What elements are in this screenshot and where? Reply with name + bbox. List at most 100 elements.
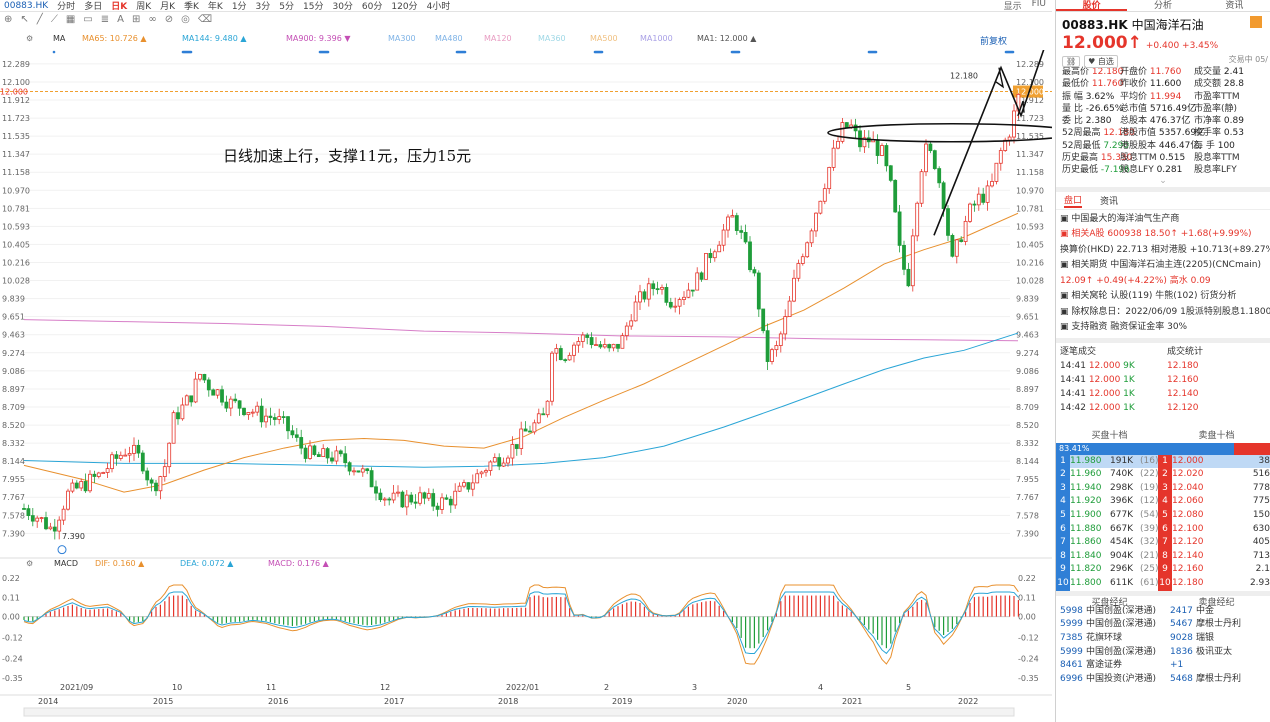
period-tab[interactable]: 分时 xyxy=(57,0,75,11)
broker-row[interactable]: 5999 中国创盈(深港通) 5467 摩根士丹利 xyxy=(1056,618,1270,632)
related-line[interactable]: 12.09↑ +0.49(+4.22%) 高水 0.09 xyxy=(1060,274,1266,290)
book-level[interactable]: 1 11.980 191K (16) 1 12.000 38 xyxy=(1056,454,1270,469)
adjust-label[interactable]: 前复权 xyxy=(980,37,1007,47)
period-tab[interactable]: 周K xyxy=(136,0,151,11)
fib-tool-icon[interactable]: ≣ xyxy=(101,14,109,25)
period-tab[interactable]: 月K xyxy=(160,0,175,11)
y-tick-right: 10.405 xyxy=(1016,240,1044,249)
period-tab[interactable]: 5分 xyxy=(279,0,294,11)
period-tab[interactable]: 30分 xyxy=(332,0,352,11)
candle-body xyxy=(840,122,845,142)
candle-body xyxy=(52,526,57,532)
quote-tab[interactable]: 股价 xyxy=(1056,0,1128,11)
stat-value: 0.515 xyxy=(1159,153,1186,164)
book-level[interactable]: 4 11.920 396K (12) 4 12.060 775 xyxy=(1056,495,1270,510)
rect-tool-icon[interactable]: ▭ xyxy=(83,14,92,25)
candle-body xyxy=(264,415,268,423)
lock-icon[interactable]: ⊕ xyxy=(4,14,12,25)
period-tab[interactable]: 4小时 xyxy=(427,0,451,11)
book-level[interactable]: 3 11.940 298K (19) 3 12.040 778 xyxy=(1056,481,1270,496)
link-icon[interactable]: ⛓ xyxy=(1062,56,1081,67)
related-line[interactable]: ▣ 相关期货 中国海洋石油主连(2205)(CNCmain) xyxy=(1060,258,1266,274)
chart-annotation[interactable]: 日线加速上行，支撑11元，压力15元 xyxy=(223,145,471,166)
period-tab[interactable]: 1分 xyxy=(232,0,247,11)
kline-chart[interactable]: 12.289 12.28912.100 12.10011.912 11.91211.7… xyxy=(0,50,1052,722)
related-line[interactable]: ▣ 支持融资 融资保证金率 30% xyxy=(1060,320,1266,336)
stat-label: 52周最低 xyxy=(1062,140,1104,151)
period-tab[interactable]: 年K xyxy=(208,0,223,11)
broker-row[interactable]: 5998 中国创盈(深港通) 2417 中金 xyxy=(1056,605,1270,619)
stat-value: 2.41 xyxy=(1223,67,1244,77)
period-tab[interactable]: 120分 xyxy=(391,0,417,11)
settings-icon[interactable]: ⚙ xyxy=(26,559,33,568)
candle-body xyxy=(990,181,994,187)
settings-icon[interactable]: ⚙ xyxy=(26,34,33,43)
bid-header: 买盘十档 xyxy=(1091,430,1128,441)
broker-row[interactable]: 7385 花旗环球 9028 瑞银 xyxy=(1056,632,1270,646)
ma-label[interactable]: MA xyxy=(53,34,65,43)
adjust-toggle[interactable]: 前复权 xyxy=(980,34,1007,47)
candle-body xyxy=(105,468,110,473)
ask-volume: 775 xyxy=(1252,496,1270,507)
favorite-button[interactable]: ♥ 自选 xyxy=(1084,55,1118,68)
measure-tool-icon[interactable]: ⊞ xyxy=(132,14,140,25)
period-tab[interactable]: 多日 xyxy=(84,0,102,11)
related-line[interactable]: ▣ 相关A股 600938 18.50↑ +1.68(+9.99%) xyxy=(1060,227,1266,243)
book-level[interactable]: 10 11.800 611K (61) 10 12.180 2.93 xyxy=(1056,577,1270,591)
fund-tab[interactable]: 资讯 xyxy=(1100,194,1118,207)
book-level[interactable]: 8 11.840 904K (21) 8 12.140 713 xyxy=(1056,549,1270,564)
stat-label: 历史最高 xyxy=(1062,153,1101,164)
book-level[interactable]: 2 11.960 740K (22) 2 12.020 516 xyxy=(1056,468,1270,482)
broker-row[interactable]: 6996 中国投资(沪港通) 5468 摩根士丹利 xyxy=(1056,673,1270,687)
signal-dot xyxy=(1004,50,1008,54)
link-icon[interactable]: ∞ xyxy=(148,14,156,25)
y-tick-left: 7.767 xyxy=(2,493,25,502)
broker-row[interactable]: 8461 富途证券 +1 xyxy=(1056,659,1270,673)
eye-icon[interactable]: ◎ xyxy=(181,14,190,25)
stat-label: 总股本 xyxy=(1120,116,1150,127)
period-tab[interactable]: 季K xyxy=(184,0,199,11)
orange-flag-icon[interactable] xyxy=(1250,16,1262,28)
related-line[interactable]: ▣ 除权除息日：2022/06/09 1股派特别股息1.18000H xyxy=(1060,305,1270,321)
bid-orders: (22) xyxy=(1140,469,1159,480)
expand-chevron-icon[interactable]: ⌄ xyxy=(1056,176,1270,187)
period-tab[interactable]: 3分 xyxy=(256,0,271,11)
book-level[interactable]: 9 11.820 296K (25) 9 12.160 2.1 xyxy=(1056,563,1270,578)
ask-level-no: 6 xyxy=(1158,522,1172,537)
quote-tab[interactable]: 资讯 xyxy=(1199,0,1270,11)
related-line[interactable]: ▣ 相关窝轮 认股(119) 牛熊(102) 衍货分析 xyxy=(1060,289,1266,305)
line-tool-icon[interactable]: ╱ xyxy=(37,14,43,25)
y-tick-right: 9.086 xyxy=(1016,367,1039,376)
x-tick-bottom: 2017 xyxy=(384,697,404,706)
related-line[interactable]: ▣ 中国最大的海洋油气生产商 xyxy=(1060,212,1266,228)
related-line[interactable]: 换算价(HKD) 22.713 相对港股 +10.713(+89.27% xyxy=(1060,243,1270,259)
stat-row: 历史最低 -7.196 股息LFY 0.281 股息率LFY xyxy=(1062,164,1264,176)
candle-body xyxy=(132,444,136,454)
price-change: +0.400 +3.45% xyxy=(1145,41,1219,51)
candle-body xyxy=(272,417,277,420)
period-tab[interactable]: 15分 xyxy=(303,0,323,11)
magnet-icon[interactable]: ⊘ xyxy=(165,14,173,25)
broker-row[interactable]: 5999 中国创盈(深港通) 1836 极讯亚太 xyxy=(1056,646,1270,660)
quote-tab[interactable]: 分析 xyxy=(1127,0,1198,11)
period-tab[interactable]: 60分 xyxy=(362,0,382,11)
channel-tool-icon[interactable]: ▦ xyxy=(66,14,75,25)
cursor-icon[interactable]: ↖ xyxy=(20,14,28,25)
ray-tool-icon[interactable]: ⟋ xyxy=(51,14,58,25)
candle-body xyxy=(110,454,114,470)
toolbar-right-item[interactable]: 显示 xyxy=(1004,0,1022,11)
book-level[interactable]: 7 11.860 454K (32) 7 12.120 405 xyxy=(1056,536,1270,550)
candle-body xyxy=(924,143,928,173)
book-level[interactable]: 6 11.880 667K (39) 6 12.100 630 xyxy=(1056,522,1270,537)
trash-icon[interactable]: ⌫ xyxy=(198,14,212,25)
y-tick-right: 7.578 xyxy=(1016,511,1039,520)
text-tool-icon[interactable]: A xyxy=(117,14,124,25)
candle-body xyxy=(844,122,849,128)
book-level[interactable]: 5 11.900 677K (54) 5 12.080 150 xyxy=(1056,509,1270,523)
time-scrollbar[interactable] xyxy=(23,707,1015,717)
bid-volume: 677K xyxy=(1110,510,1134,521)
period-tab[interactable]: 日K xyxy=(111,0,127,11)
fund-tab[interactable]: 盘口 xyxy=(1064,193,1083,208)
toolbar-right-item[interactable]: FIU xyxy=(1032,0,1046,11)
candle-body xyxy=(519,428,524,449)
